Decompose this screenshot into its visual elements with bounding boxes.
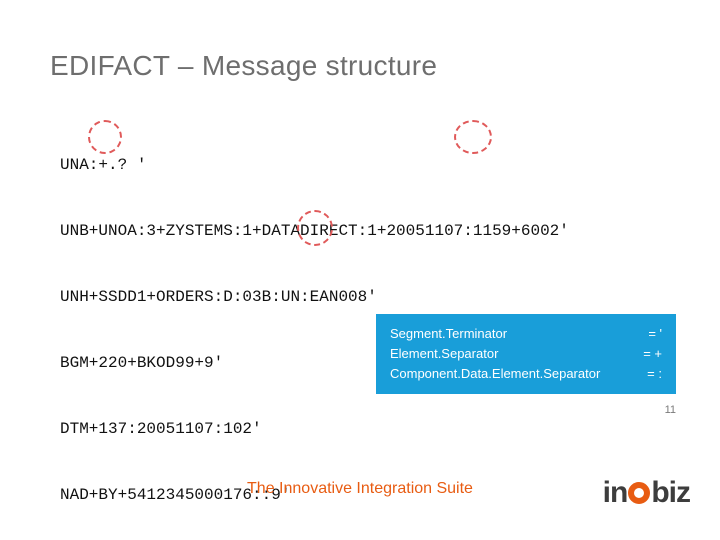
legend-box: Segment.Terminator = ' Element.Separator… — [376, 314, 676, 394]
legend-value: = ' — [648, 324, 662, 344]
legend-row: Segment.Terminator = ' — [390, 324, 662, 344]
slide-title: EDIFACT – Message structure — [50, 50, 437, 82]
logo-text-pre: in — [603, 476, 628, 510]
legend-label: Element.Separator — [390, 344, 498, 364]
code-line: DTM+137:20051107:102' — [60, 418, 569, 440]
code-line: UNH+SSDD1+ORDERS:D:03B:UN:EAN008' — [60, 286, 569, 308]
legend-label: Component.Data.Element.Separator — [390, 364, 600, 384]
page-number: 11 — [665, 404, 676, 416]
legend-row: Component.Data.Element.Separator = : — [390, 364, 662, 384]
legend-value: = : — [647, 364, 662, 384]
legend-row: Element.Separator = + — [390, 344, 662, 364]
code-line: UNA:+.? ' — [60, 154, 569, 176]
legend-label: Segment.Terminator — [390, 324, 507, 344]
slide: EDIFACT – Message structure UNA:+.? ' UN… — [0, 0, 720, 540]
logo-text-post: biz — [651, 476, 690, 510]
code-line: UNB+UNOA:3+ZYSTEMS:1+DATADIRECT:1+200511… — [60, 220, 569, 242]
inobiz-logo: in biz — [603, 476, 690, 510]
logo-o-icon — [628, 482, 650, 504]
legend-value: = + — [643, 344, 662, 364]
